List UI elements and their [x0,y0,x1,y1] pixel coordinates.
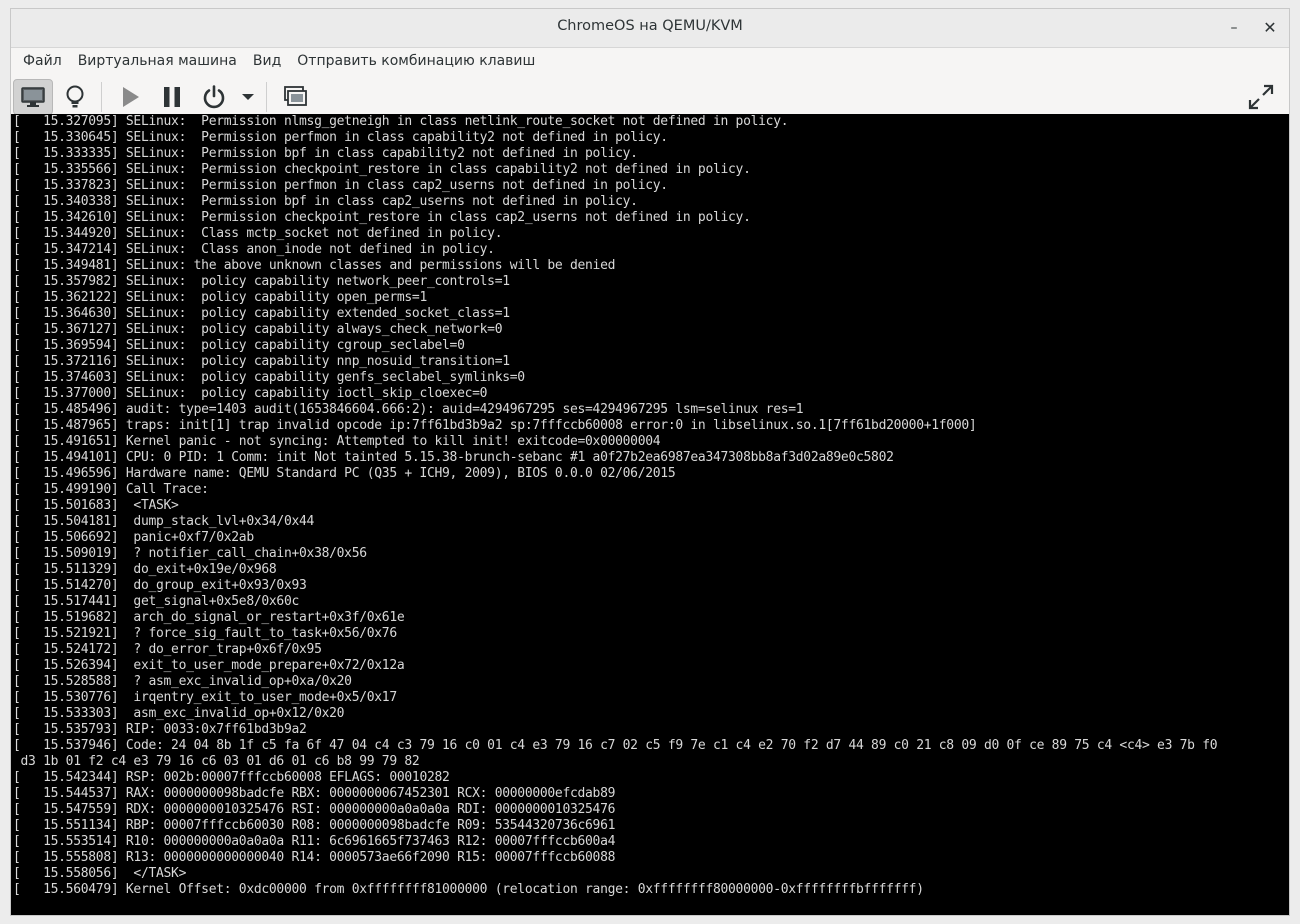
pause-icon [164,87,180,107]
console-line: [ 15.560479] Kernel Offset: 0xdc00000 fr… [13,882,924,897]
console-line: [ 15.509019] ? notifier_call_chain+0x38/… [13,546,367,561]
console-line: [ 15.535793] RIP: 0033:0x7ff61bd3b9a2 [13,722,307,737]
console-line: [ 15.374603] SELinux: policy capability … [13,370,525,385]
close-button[interactable]: ✕ [1259,17,1281,39]
screenshot-icon [284,86,307,106]
console-output: [ 15.327095] SELinux: Permission nlmsg_g… [13,114,1218,898]
console-line: [ 15.340338] SELinux: Permission bpf in … [13,194,638,209]
menu-file[interactable]: Файл [15,48,70,74]
console-line: [ 15.553514] R10: 000000000a0a0a0a R11: … [13,834,616,849]
console-line: [ 15.344920] SELinux: Class mctp_socket … [13,226,503,241]
console-line: [ 15.511329] do_exit+0x19e/0x968 [13,562,277,577]
console-line: [ 15.367127] SELinux: policy capability … [13,322,503,337]
console-line: [ 15.335566] SELinux: Permission checkpo… [13,162,751,177]
console-line: [ 15.558056] </TASK> [13,866,187,881]
console-line: [ 15.491651] Kernel panic - not syncing:… [13,434,661,449]
console-line: [ 15.537946] Code: 24 04 8b 1f c5 fa 6f … [13,738,1218,753]
menu-virtual-machine[interactable]: Виртуальная машина [70,48,245,74]
console-line: [ 15.519682] arch_do_signal_or_restart+0… [13,610,405,625]
menu-send-key[interactable]: Отправить комбинацию клавиш [289,48,543,74]
toolbar-separator [266,82,267,112]
console-line: [ 15.501683] <TASK> [13,498,179,513]
power-icon [203,85,225,109]
show-console-button[interactable] [13,79,53,115]
console-line: [ 15.364630] SELinux: policy capability … [13,306,510,321]
console-line: [ 15.533303] asm_exc_invalid_op+0x12/0x2… [13,706,345,721]
console-line: [ 15.372116] SELinux: policy capability … [13,354,510,369]
console-line: [ 15.347214] SELinux: Class anon_inode n… [13,242,495,257]
console-line: [ 15.337823] SELinux: Permission perfmon… [13,178,668,193]
console-line: [ 15.521921] ? force_sig_fault_to_task+0… [13,626,397,641]
console-line: [ 15.517441] get_signal+0x5e8/0x60c [13,594,300,609]
console-line: [ 15.377000] SELinux: policy capability … [13,386,488,401]
console-line: [ 15.342610] SELinux: Permission checkpo… [13,210,751,225]
console-line: [ 15.528588] ? asm_exc_invalid_op+0xa/0x… [13,674,352,689]
console-line: [ 15.504181] dump_stack_lvl+0x34/0x44 [13,514,315,529]
toolbar-separator [101,82,102,112]
console-line: [ 15.333335] SELinux: Permission bpf in … [13,146,638,161]
console-line: [ 15.349481] SELinux: the above unknown … [13,258,616,273]
snapshot-button[interactable] [275,79,315,115]
console-line: [ 15.530776] irqentry_exit_to_user_mode+… [13,690,397,705]
window-title: ChromeOS на QEMU/KVM [557,18,743,34]
vm-console-display[interactable]: [ 15.327095] SELinux: Permission nlmsg_g… [11,114,1289,915]
console-line: [ 15.526394] exit_to_user_mode_prepare+0… [13,658,405,673]
console-line: [ 15.357982] SELinux: policy capability … [13,274,510,289]
vm-window: ChromeOS на QEMU/KVM – ✕ Файл Виртуальна… [10,8,1290,916]
power-menu-dropdown[interactable] [236,79,260,115]
fullscreen-button[interactable] [1241,79,1281,115]
console-line: [ 15.494101] CPU: 0 PID: 1 Comm: init No… [13,450,894,465]
console-line: [ 15.524172] ? do_error_trap+0x6f/0x95 [13,642,322,657]
console-line: [ 15.544537] RAX: 0000000098badcfe RBX: … [13,786,616,801]
pause-button[interactable] [152,79,192,115]
console-line: [ 15.514270] do_group_exit+0x93/0x93 [13,578,307,593]
console-line: [ 15.496596] Hardware name: QEMU Standar… [13,466,676,481]
console-line: [ 15.499190] Call Trace: [13,482,209,497]
console-line: [ 15.485496] audit: type=1403 audit(1653… [13,402,804,417]
fullscreen-icon [1248,84,1274,110]
console-line: [ 15.369594] SELinux: policy capability … [13,338,465,353]
lightbulb-icon [66,85,84,108]
show-details-button[interactable] [55,79,95,115]
title-bar[interactable]: ChromeOS на QEMU/KVM – ✕ [11,9,1289,48]
run-button[interactable] [110,79,150,115]
console-line: [ 15.330645] SELinux: Permission perfmon… [13,130,668,145]
console-line: [ 15.555808] R13: 0000000000000040 R14: … [13,850,616,865]
dropdown-arrow-icon [242,94,254,100]
console-line: [ 15.327095] SELinux: Permission nlmsg_g… [13,114,789,129]
console-line: [ 15.542344] RSP: 002b:00007fffccb60008 … [13,770,450,785]
console-line: [ 15.362122] SELinux: policy capability … [13,290,427,305]
minimize-button[interactable]: – [1223,17,1245,39]
console-line: [ 15.487965] traps: init[1] trap invalid… [13,418,977,433]
console-line: d3 1b 01 f2 c4 e3 79 16 c6 03 01 d6 01 c… [13,754,420,769]
console-line: [ 15.551134] RBP: 00007fffccb60030 R08: … [13,818,616,833]
monitor-icon [21,87,45,107]
power-button[interactable] [194,79,234,115]
console-line: [ 15.506692] panic+0xf7/0x2ab [13,530,254,545]
menu-bar: Файл Виртуальная машина Вид Отправить ко… [11,48,1289,74]
play-icon [123,87,139,107]
console-line: [ 15.547559] RDX: 0000000010325476 RSI: … [13,802,616,817]
menu-view[interactable]: Вид [245,48,289,74]
